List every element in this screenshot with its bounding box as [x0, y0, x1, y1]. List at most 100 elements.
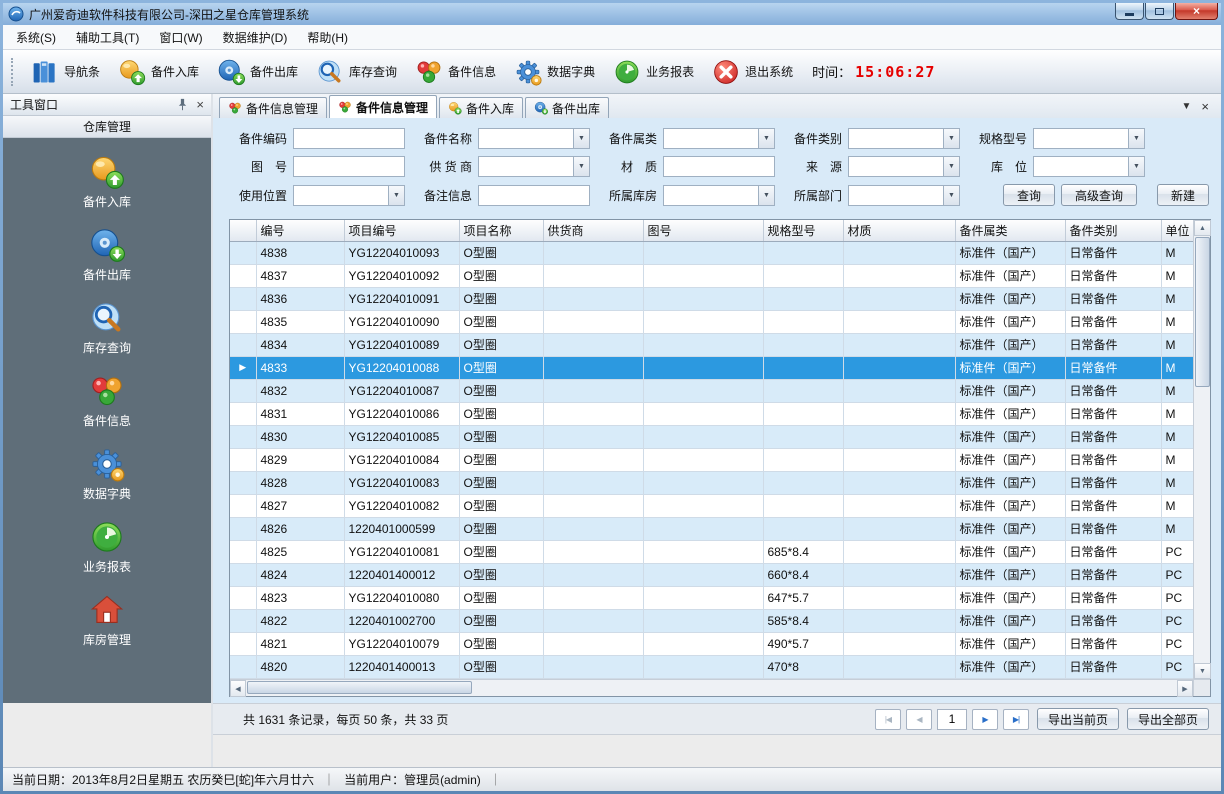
chevron-down-icon[interactable]: ▼	[758, 129, 774, 148]
toolbar-item-inventory-search[interactable]: 库存查询	[307, 54, 406, 90]
column-header[interactable]: 图号	[643, 220, 763, 241]
toolbar-item-report[interactable]: 业务报表	[604, 54, 703, 90]
scroll-down-icon[interactable]: ▼	[1194, 663, 1211, 679]
prev-page-button[interactable]: ◀	[906, 709, 932, 730]
toolbar-grip[interactable]	[11, 58, 15, 86]
column-header[interactable]: 备件属类	[955, 220, 1065, 241]
scroll-left-icon[interactable]: ◀	[230, 680, 246, 697]
column-header[interactable]: 编号	[256, 220, 344, 241]
chevron-down-icon[interactable]: ▼	[573, 129, 589, 148]
toolbar-item-parts-info[interactable]: 备件信息	[406, 54, 505, 90]
horizontal-scroll-thumb[interactable]	[247, 681, 472, 694]
column-header[interactable]: 材质	[843, 220, 955, 241]
pin-icon[interactable]	[176, 98, 189, 111]
row-indicator[interactable]	[230, 563, 256, 586]
sidebar-close-icon[interactable]: ×	[196, 98, 204, 111]
row-indicator[interactable]	[230, 517, 256, 540]
table-row[interactable]: 48241220401400012O型圈660*8.4标准件（国产）日常备件PC	[230, 563, 1193, 586]
chevron-down-icon[interactable]: ▼	[758, 186, 774, 205]
location-combobox[interactable]: ▼	[1033, 156, 1145, 177]
tab-1-parts-info[interactable]: 备件信息管理	[329, 95, 437, 118]
row-indicator[interactable]	[230, 540, 256, 563]
menu-item[interactable]: 数据维护(D)	[213, 25, 298, 49]
table-row[interactable]: ▶4833YG12204010088O型圈标准件（国产）日常备件M	[230, 356, 1193, 379]
column-header[interactable]: 项目名称	[459, 220, 543, 241]
table-row[interactable]: 4823YG12204010080O型圈647*5.7标准件（国产）日常备件PC	[230, 586, 1193, 609]
row-indicator[interactable]	[230, 333, 256, 356]
sidebar-item-report[interactable]: 业务报表	[3, 519, 211, 575]
supplier-combobox[interactable]: ▼	[478, 156, 590, 177]
table-row[interactable]: 48201220401400013O型圈470*8标准件（国产）日常备件PC	[230, 655, 1193, 678]
chevron-down-icon[interactable]: ▼	[573, 157, 589, 176]
next-page-button[interactable]: ▶	[972, 709, 998, 730]
toolbar-item-data-dict[interactable]: 数据字典	[505, 54, 604, 90]
row-indicator[interactable]	[230, 632, 256, 655]
row-indicator[interactable]	[230, 241, 256, 264]
column-header[interactable]: 项目编号	[344, 220, 459, 241]
table-row[interactable]: 4838YG12204010093O型圈标准件（国产）日常备件M	[230, 241, 1193, 264]
close-button[interactable]: ×	[1175, 3, 1218, 20]
row-indicator[interactable]: ▶	[230, 356, 256, 379]
toolbar-item-navbar[interactable]: 导航条	[22, 54, 109, 90]
table-row[interactable]: 4836YG12204010091O型圈标准件（国产）日常备件M	[230, 287, 1193, 310]
sidebar-section-header[interactable]: 仓库管理	[3, 116, 211, 138]
source-combobox[interactable]: ▼	[848, 156, 960, 177]
chevron-down-icon[interactable]: ▼	[943, 129, 959, 148]
column-header[interactable]: 备件类别	[1065, 220, 1161, 241]
usage-position-combobox[interactable]: ▼	[293, 185, 405, 206]
drawing-no-input[interactable]	[293, 156, 405, 177]
part-name-combobox[interactable]: ▼	[478, 128, 590, 149]
row-indicator[interactable]	[230, 402, 256, 425]
menu-item[interactable]: 系统(S)	[6, 25, 66, 49]
export-current-page-button[interactable]: 导出当前页	[1037, 708, 1119, 730]
advanced-query-button[interactable]: 高级查询	[1061, 184, 1137, 206]
column-header[interactable]: 单位	[1161, 220, 1193, 241]
row-indicator[interactable]	[230, 494, 256, 517]
table-row[interactable]: 4821YG12204010079O型圈490*5.7标准件（国产）日常备件PC	[230, 632, 1193, 655]
titlebar[interactable]: 广州爱奇迪软件科技有限公司-深田之星仓库管理系统 ×	[3, 3, 1221, 25]
vertical-scroll-track[interactable]	[1194, 388, 1210, 663]
query-button[interactable]: 查询	[1003, 184, 1055, 206]
menu-item[interactable]: 窗口(W)	[149, 25, 212, 49]
table-row[interactable]: 48261220401000599O型圈标准件（国产）日常备件M	[230, 517, 1193, 540]
sidebar-item-data-dict[interactable]: 数据字典	[3, 446, 211, 502]
row-indicator[interactable]	[230, 425, 256, 448]
table-row[interactable]: 4830YG12204010085O型圈标准件（国产）日常备件M	[230, 425, 1193, 448]
scroll-right-icon[interactable]: ▶	[1177, 680, 1193, 697]
page-number-input[interactable]	[937, 709, 967, 730]
row-indicator[interactable]	[230, 609, 256, 632]
menu-item[interactable]: 帮助(H)	[297, 25, 358, 49]
sidebar-item-warehouse[interactable]: 库房管理	[3, 592, 211, 648]
row-indicator[interactable]	[230, 379, 256, 402]
tab-3-outbound[interactable]: 备件出库	[525, 97, 609, 118]
table-row[interactable]: 4835YG12204010090O型圈标准件（国产）日常备件M	[230, 310, 1193, 333]
table-row[interactable]: 4827YG12204010082O型圈标准件（国产）日常备件M	[230, 494, 1193, 517]
column-header[interactable]: 规格型号	[763, 220, 843, 241]
sidebar-item-outbound[interactable]: 备件出库	[3, 227, 211, 283]
new-button[interactable]: 新建	[1157, 184, 1209, 206]
chevron-down-icon[interactable]: ▼	[1128, 129, 1144, 148]
minimize-button[interactable]	[1115, 3, 1144, 20]
remark-input[interactable]	[478, 185, 590, 206]
table-row[interactable]: 4837YG12204010092O型圈标准件（国产）日常备件M	[230, 264, 1193, 287]
row-indicator[interactable]	[230, 287, 256, 310]
sidebar-item-inbound[interactable]: 备件入库	[3, 154, 211, 210]
table-row[interactable]: 4832YG12204010087O型圈标准件（国产）日常备件M	[230, 379, 1193, 402]
vertical-scroll-thumb[interactable]	[1195, 237, 1210, 387]
last-page-button[interactable]: ▶|	[1003, 709, 1029, 730]
table-row[interactable]: 4829YG12204010084O型圈标准件（国产）日常备件M	[230, 448, 1193, 471]
chevron-down-icon[interactable]: ▼	[1128, 157, 1144, 176]
table-row[interactable]: 4831YG12204010086O型圈标准件（国产）日常备件M	[230, 402, 1193, 425]
part-class-combobox[interactable]: ▼	[663, 128, 775, 149]
row-indicator[interactable]	[230, 310, 256, 333]
row-indicator[interactable]	[230, 655, 256, 678]
sidebar-item-inventory-search[interactable]: 库存查询	[3, 300, 211, 356]
spec-model-combobox[interactable]: ▼	[1033, 128, 1145, 149]
toolbar-item-inbound[interactable]: 备件入库	[109, 54, 208, 90]
table-row[interactable]: 4834YG12204010089O型圈标准件（国产）日常备件M	[230, 333, 1193, 356]
tab-0-parts-info[interactable]: 备件信息管理	[219, 97, 327, 118]
horizontal-scrollbar[interactable]: ◀ ▶	[230, 679, 1193, 696]
department-combobox[interactable]: ▼	[848, 185, 960, 206]
scroll-up-icon[interactable]: ▲	[1194, 220, 1211, 236]
menu-item[interactable]: 辅助工具(T)	[66, 25, 149, 49]
